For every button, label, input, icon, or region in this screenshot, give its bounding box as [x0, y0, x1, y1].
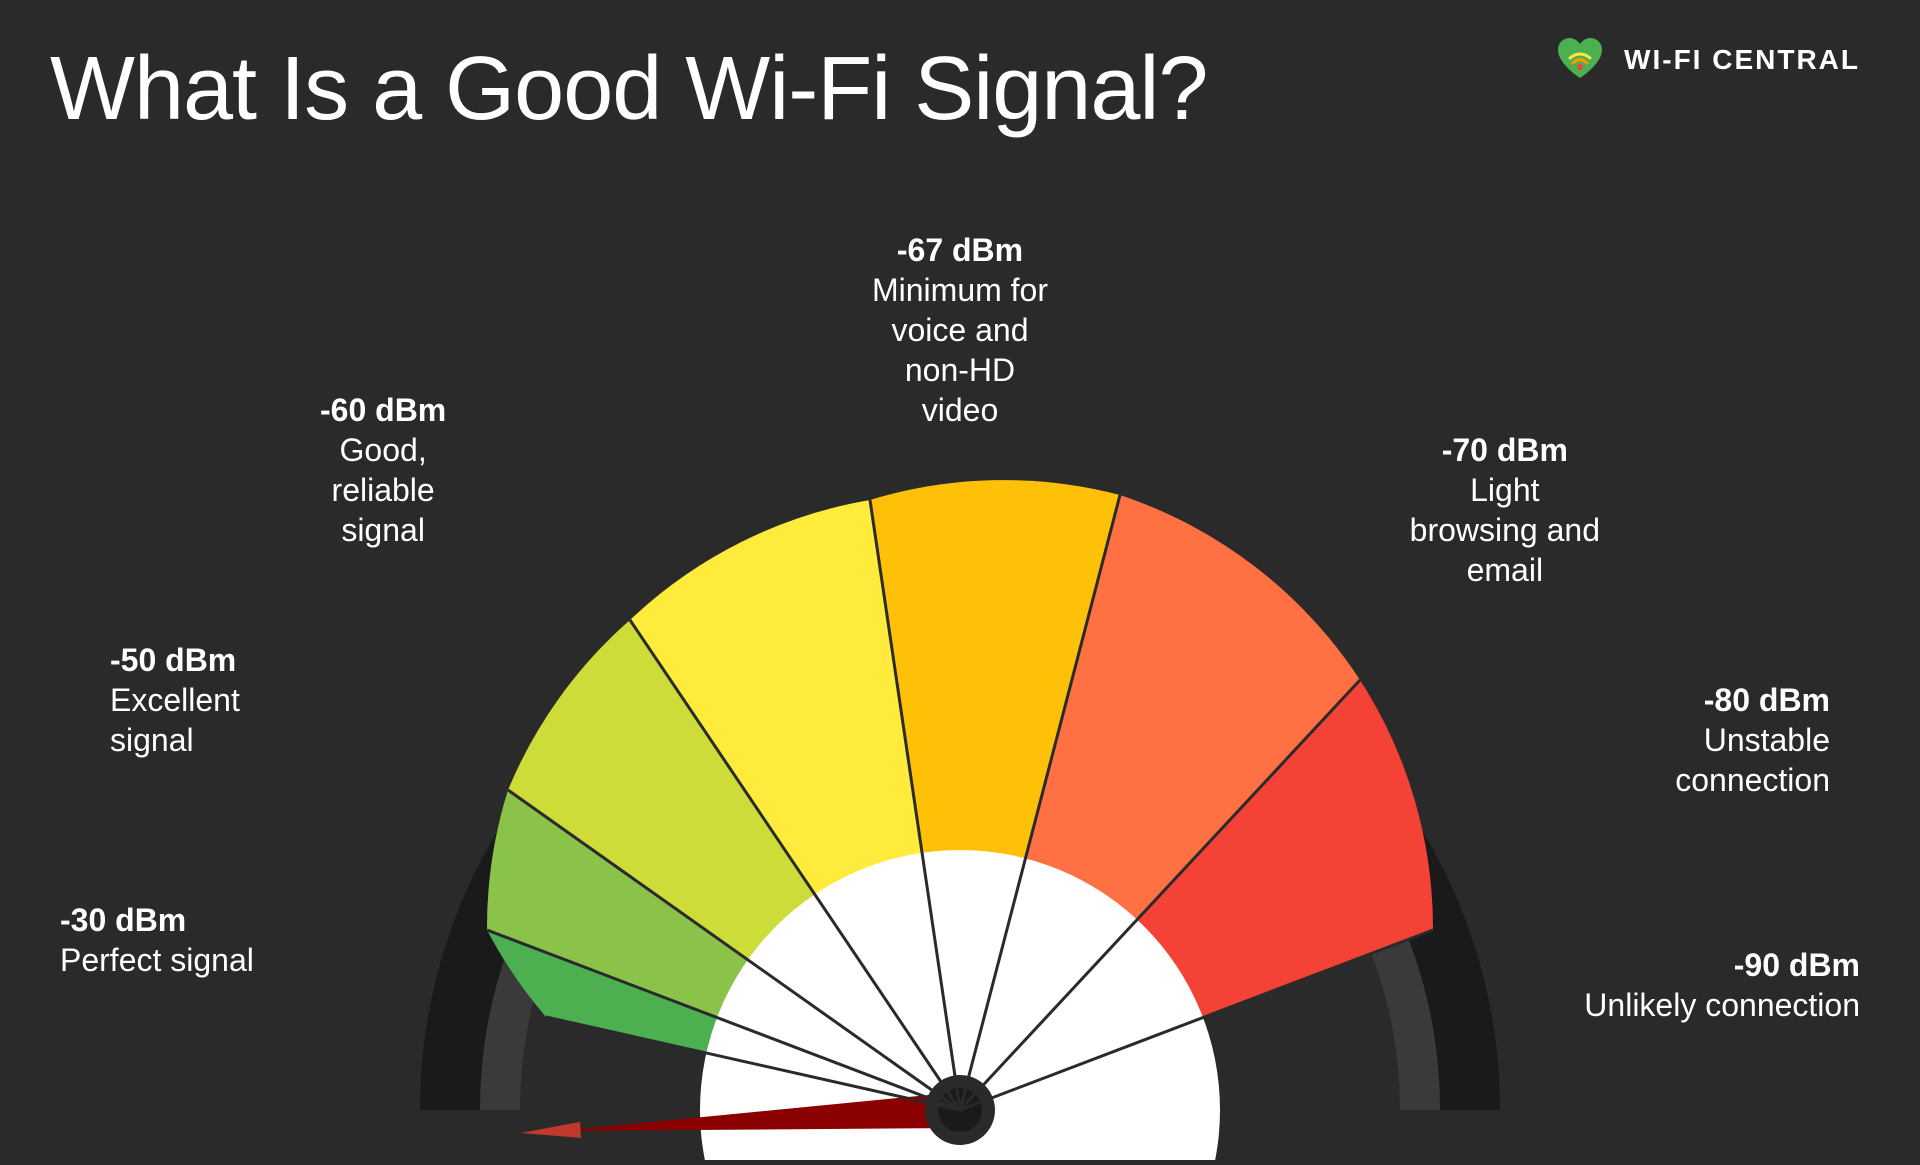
label-50dbm: -50 dBm Excellent signal: [110, 640, 240, 760]
label-70dbm: -70 dBm Light browsing and email: [1410, 430, 1600, 590]
logo-area: WI-FI CENTRAL: [1550, 30, 1860, 90]
label-60dbm: -60 dBm Good, reliable signal: [320, 390, 446, 550]
logo-text: WI-FI CENTRAL: [1624, 44, 1860, 76]
label-67dbm: -67 dBm Minimum for voice and non-HD vid…: [872, 230, 1048, 430]
wifi-central-logo-icon: [1550, 30, 1610, 90]
label-90dbm: -90 dBm Unlikely connection: [1584, 945, 1860, 1025]
label-80dbm: -80 dBm Unstable connection: [1675, 680, 1830, 800]
label-30dbm: -30 dBm Perfect signal: [60, 900, 254, 980]
page-title: What Is a Good Wi-Fi Signal?: [50, 40, 1207, 139]
